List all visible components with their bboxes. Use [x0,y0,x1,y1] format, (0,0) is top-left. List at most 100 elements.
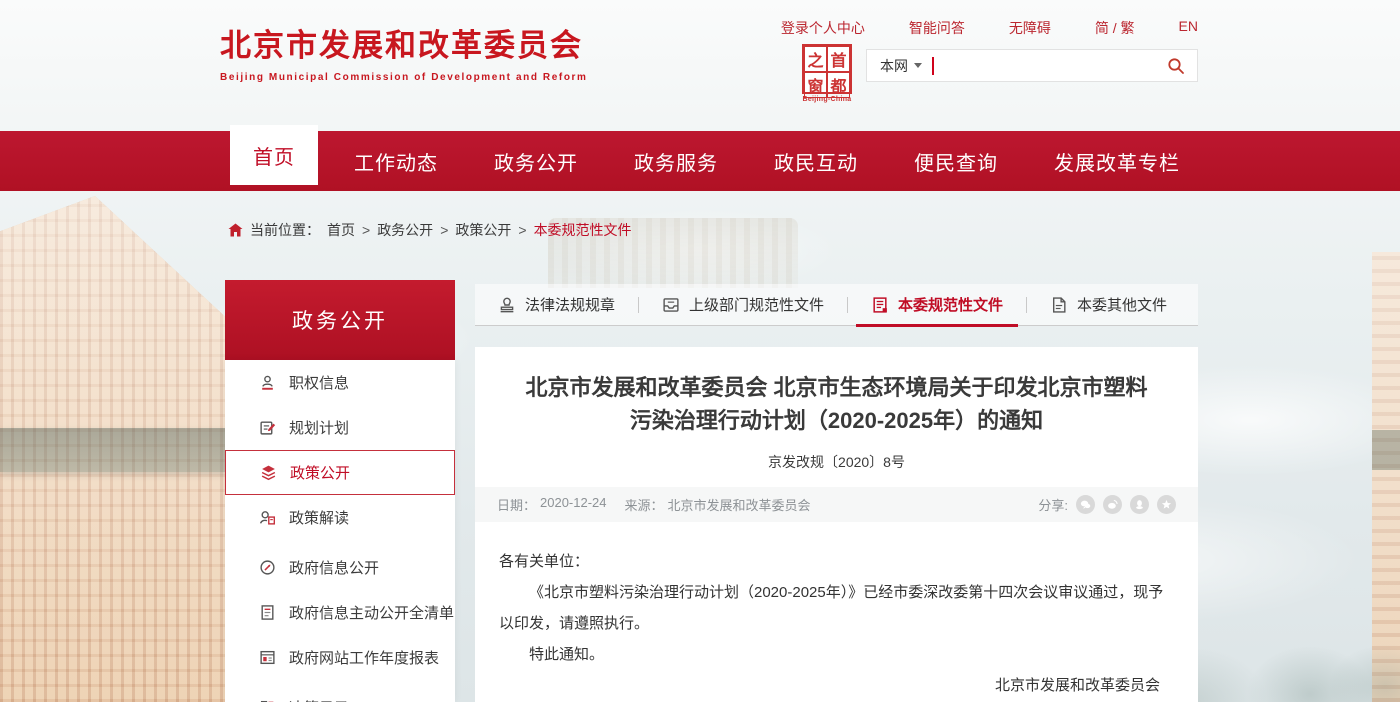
tab-label: 法律法规规章 [525,294,615,315]
breadcrumb: 当前位置： 首页 > 政务公开 > 政策公开 > 本委规范性文件 [228,220,632,240]
policy-layers-icon [260,464,277,481]
top-utility-links: 登录个人中心 智能问答 无障碍 简 / 繁 EN [781,18,1198,38]
sidebar-title[interactable]: 政务公开 [225,280,455,360]
favorite-share-icon[interactable] [1157,495,1176,514]
breadcrumb-separator: > [440,222,448,238]
sidebar-item-planning[interactable]: 规划计划 [225,405,455,450]
inbox-doc-icon [662,296,680,314]
gov-info-icon [259,559,276,576]
seal-char: 窗 [804,72,827,98]
sidebar-menu: 职权信息 规划计划 政策公开 政策解读 政府信息公开 [225,360,455,702]
article-body: 各有关单位： 《北京市塑料污染治理行动计划（2020-2025年）》已经市委深改… [475,522,1198,701]
sidebar-item-label: 政府信息公开 [289,557,379,578]
simplified-traditional-toggle[interactable]: 简 / 繁 [1095,18,1135,38]
beijing-china-seal-logo[interactable]: 之 首 窗 都 Beijing-China [800,44,854,103]
tab-label: 上级部门规范性文件 [689,294,824,315]
article-paragraph: 《北京市塑料污染治理行动计划（2020-2025年）》已经市委深改委第十四次会议… [499,577,1174,639]
breadcrumb-prefix: 当前位置： [250,220,320,240]
document-number: 京发改规〔2020〕8号 [475,452,1198,472]
sidebar-item-label: 决策目录 [289,697,349,702]
article-title-line2: 污染治理行动计划（2020-2025年）的通知 [507,404,1167,437]
weibo-share-icon[interactable] [1103,495,1122,514]
document-category-tabs: 法律法规规章 上级部门规范性文件 本委规范性文件 本委其他文件 [475,284,1198,326]
source-value: 北京市发展和改革委员会 [668,495,811,514]
doc-other-icon [1050,296,1068,314]
search-bar: 本网 [866,49,1198,82]
tab-label: 本委规范性文件 [898,294,1003,315]
sidebar-item-proactive-disclosure-list[interactable]: 政府信息主动公开全清单 [225,590,455,635]
sidebar-item-decision-catalog[interactable]: 决策目录 [225,685,455,702]
nav-item-public-interaction[interactable]: 政民互动 [746,131,886,191]
sidebar-item-label: 政策解读 [289,507,349,528]
seal-grid-icon: 之 首 窗 都 [802,44,852,94]
search-input[interactable] [934,50,1155,81]
seal-char: 首 [827,46,850,72]
full-list-icon [259,604,276,621]
sidebar-item-policy-disclosure[interactable]: 政策公开 [225,450,455,495]
article-meta-left: 日期： 2020-12-24 来源： 北京市发展和改革委员会 [497,495,811,514]
tab-commission-normative-docs[interactable]: 本委规范性文件 [848,284,1026,325]
sidebar-item-website-annual-report[interactable]: 政府网站工作年度报表 [225,635,455,680]
palace-beam-right-background [1372,430,1400,470]
palace-roof-left-background [0,196,226,702]
breadcrumb-separator: > [518,222,526,238]
nav-item-work-news[interactable]: 工作动态 [326,131,466,191]
nav-item-convenience-query[interactable]: 便民查询 [886,131,1026,191]
search-scope-dropdown[interactable]: 本网 [867,56,930,76]
article-paragraph: 各有关单位： [499,546,1174,577]
login-personal-center-link[interactable]: 登录个人中心 [781,18,865,38]
palace-roof-right-background [1372,252,1400,702]
breadcrumb-policy-disclosure[interactable]: 政策公开 [455,220,511,240]
english-link[interactable]: EN [1179,18,1198,38]
home-icon [228,223,243,237]
seal-char: 之 [804,46,827,72]
search-icon [1167,57,1185,75]
breadcrumb-separator: > [362,222,370,238]
sidebar-item-label: 政府信息主动公开全清单 [289,602,454,623]
sidebar-item-policy-interpretation[interactable]: 政策解读 [225,495,455,540]
tab-commission-other-docs[interactable]: 本委其他文件 [1027,284,1190,325]
main-navigation: 首页 工作动态 政务公开 政务服务 政民互动 便民查询 发展改革专栏 [0,131,1400,191]
nav-item-reform-special[interactable]: 发展改革专栏 [1026,131,1208,191]
annual-report-icon [259,649,276,666]
tab-superior-normative-docs[interactable]: 上级部门规范性文件 [639,284,847,325]
search-button[interactable] [1155,57,1197,75]
sidebar-item-label: 政府网站工作年度报表 [289,647,439,668]
stamp-icon [498,296,516,314]
seal-caption: Beijing-China [800,96,854,103]
qq-share-icon[interactable] [1130,495,1149,514]
sidebar-item-label: 职权信息 [289,372,349,393]
sidebar-item-label: 规划计划 [289,417,349,438]
search-scope-label: 本网 [880,56,908,76]
article-title-line1: 北京市发展和改革委员会 北京市生态环境局关于印发北京市塑料 [507,371,1167,404]
date-label: 日期： [497,495,536,514]
interpretation-icon [259,509,276,526]
smart-qa-link[interactable]: 智能问答 [909,18,965,38]
sidebar-item-authority-info[interactable]: 职权信息 [225,360,455,405]
breadcrumb-current: 本委规范性文件 [534,220,632,240]
sidebar-item-gov-info-disclosure[interactable]: 政府信息公开 [225,545,455,590]
breadcrumb-gov-disclosure[interactable]: 政务公开 [377,220,433,240]
source-label: 来源： [625,495,664,514]
site-logo[interactable]: 北京市发展和改革委员会 Beijing Municipal Commission… [220,20,588,83]
nav-item-home[interactable]: 首页 [230,125,318,185]
nav-item-gov-disclosure[interactable]: 政务公开 [466,131,606,191]
article-title: 北京市发展和改革委员会 北京市生态环境局关于印发北京市塑料 污染治理行动计划（2… [507,371,1167,437]
page: 北京市发展和改革委员会 Beijing Municipal Commission… [0,0,1400,702]
breadcrumb-home[interactable]: 首页 [327,220,355,240]
article-panel: 北京市发展和改革委员会 北京市生态环境局关于印发北京市塑料 污染治理行动计划（2… [475,347,1198,702]
accessibility-link[interactable]: 无障碍 [1009,18,1051,38]
tab-label: 本委其他文件 [1077,294,1167,315]
nav-item-gov-services[interactable]: 政务服务 [606,131,746,191]
doc-red-icon [871,296,889,314]
chevron-down-icon [914,63,922,68]
date-value: 2020-12-24 [540,495,607,514]
tab-laws-regulations[interactable]: 法律法规规章 [475,284,638,325]
plan-icon [259,419,276,436]
seal-char: 都 [827,72,850,98]
site-title: 北京市发展和改革委员会 [220,20,588,65]
sidebar-item-label: 政策公开 [290,462,350,483]
wechat-share-icon[interactable] [1076,495,1095,514]
article-signature: 北京市发展和改革委员会 [499,670,1174,701]
article-paragraph: 特此通知。 [499,639,1174,670]
